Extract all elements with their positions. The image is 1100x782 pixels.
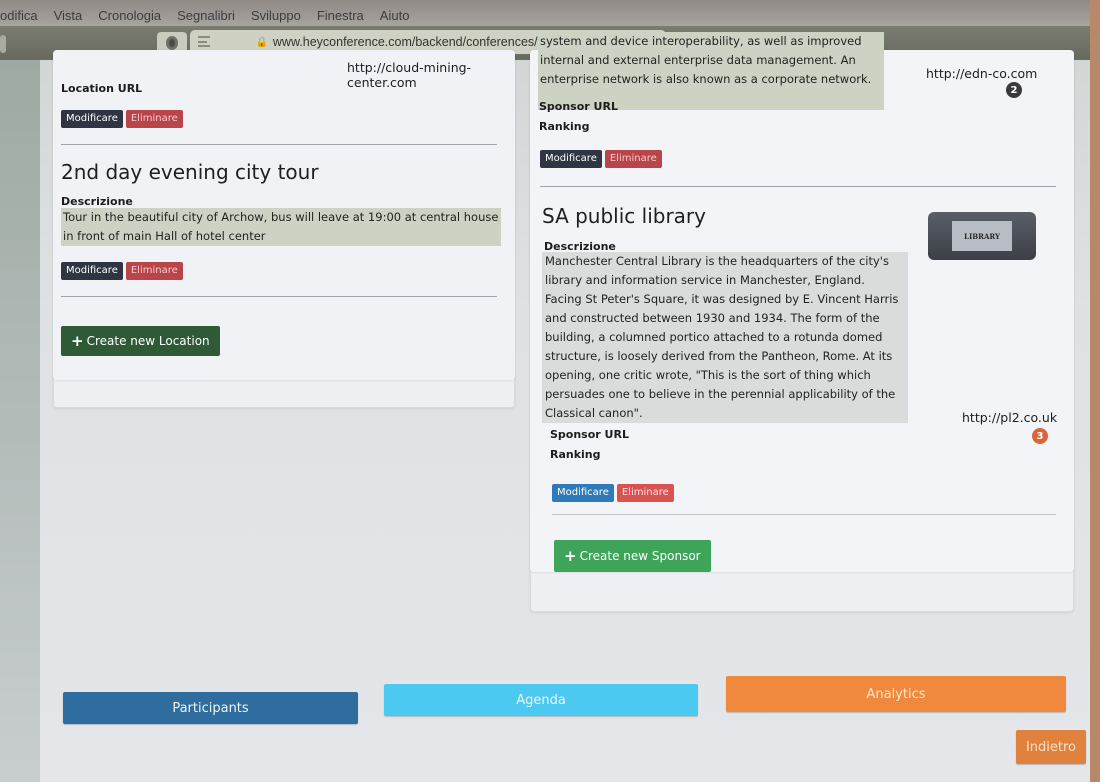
delete-sponsor-button[interactable]: Eliminare <box>616 484 674 502</box>
edit-sponsor-button[interactable]: Modificare <box>552 484 614 502</box>
analytics-label: Analytics <box>866 686 926 702</box>
edit-location-button[interactable]: Modificare <box>61 110 123 128</box>
sponsor-url-label: Sponsor URL <box>550 428 629 441</box>
menu-bar: odifica Vista Cronologia Segnalibri Svil… <box>0 0 1090 26</box>
plus-icon: + <box>564 547 577 565</box>
plus-icon: + <box>71 332 84 350</box>
screen: odifica Vista Cronologia Segnalibri Svil… <box>0 0 1090 782</box>
divider <box>61 296 497 297</box>
sponsors-panel: system and device interoperability, as w… <box>530 32 1074 572</box>
location-description: Tour in the beautiful city of Archow, bu… <box>61 208 501 246</box>
location-url-label: Location URL <box>61 82 143 95</box>
ranking-badge: 2 <box>1006 82 1022 98</box>
back-label: Indietro <box>1025 739 1077 755</box>
sponsor-description: Manchester Central Library is the headqu… <box>542 252 908 423</box>
divider <box>552 514 1056 515</box>
reader-icon[interactable] <box>198 36 210 47</box>
ranking-label: Ranking <box>539 120 590 133</box>
location-actions: Modificare Eliminare <box>61 110 183 128</box>
menu-item-modifica[interactable]: odifica <box>0 8 38 23</box>
menu-item-aiuto[interactable]: Aiuto <box>380 8 410 23</box>
create-location-button[interactable]: + Create new Location <box>61 326 220 356</box>
agenda-label: Agenda <box>516 692 566 708</box>
sponsor-url-value[interactable]: http://edn-co.com <box>926 66 1037 81</box>
sponsor-logo-image: LIBRARY <box>928 212 1036 260</box>
analytics-button[interactable]: Analytics <box>726 676 1066 712</box>
delete-location-button[interactable]: Eliminare <box>125 262 183 280</box>
sponsor-item-actions: Modificare Eliminare <box>552 484 674 502</box>
lock-icon: 🔒 <box>255 36 268 48</box>
menu-item-sviluppo[interactable]: Sviluppo <box>251 8 301 23</box>
location-title: 2nd day evening city tour <box>61 160 319 184</box>
locations-panel: http://cloud-mining-center.com Location … <box>53 50 515 380</box>
sponsor-url-value[interactable]: http://pl2.co.uk <box>962 410 1057 425</box>
sponsor-actions: Modificare Eliminare <box>540 150 662 168</box>
ranking-label: Ranking <box>550 448 601 461</box>
sidebar-toggle-button[interactable] <box>0 35 6 53</box>
create-sponsor-button[interactable]: + Create new Sponsor <box>554 540 711 572</box>
create-location-label: Create new Location <box>86 334 210 348</box>
privacy-icon <box>166 36 178 50</box>
back-button[interactable]: Indietro <box>1016 730 1086 764</box>
logo-text: LIBRARY <box>964 231 1000 241</box>
sponsor-description-tail: system and device interoperability, as w… <box>538 32 884 110</box>
ranking-badge: 3 <box>1032 428 1048 444</box>
menu-item-cronologia[interactable]: Cronologia <box>98 8 161 23</box>
create-sponsor-label: Create new Sponsor <box>579 549 701 563</box>
participants-button[interactable]: Participants <box>63 692 358 724</box>
delete-sponsor-button[interactable]: Eliminare <box>604 150 662 168</box>
sponsor-url-label: Sponsor URL <box>539 100 618 113</box>
divider <box>540 186 1056 187</box>
edit-location-button[interactable]: Modificare <box>61 262 123 280</box>
menu-item-segnalibri[interactable]: Segnalibri <box>177 8 235 23</box>
location-item-actions: Modificare Eliminare <box>61 262 183 280</box>
location-url-value[interactable]: http://cloud-mining-center.com <box>347 60 515 90</box>
edit-sponsor-button[interactable]: Modificare <box>540 150 602 168</box>
page-content: http://cloud-mining-center.com Location … <box>0 32 1090 782</box>
left-gutter <box>0 60 40 782</box>
menu-item-finestra[interactable]: Finestra <box>317 8 364 23</box>
sponsor-title: SA public library <box>542 204 706 228</box>
divider <box>61 144 497 145</box>
menu-item-vista[interactable]: Vista <box>54 8 83 23</box>
participants-label: Participants <box>172 700 249 716</box>
description-label: Descrizione <box>61 195 133 208</box>
agenda-button[interactable]: Agenda <box>384 684 698 716</box>
delete-location-button[interactable]: Eliminare <box>125 110 183 128</box>
